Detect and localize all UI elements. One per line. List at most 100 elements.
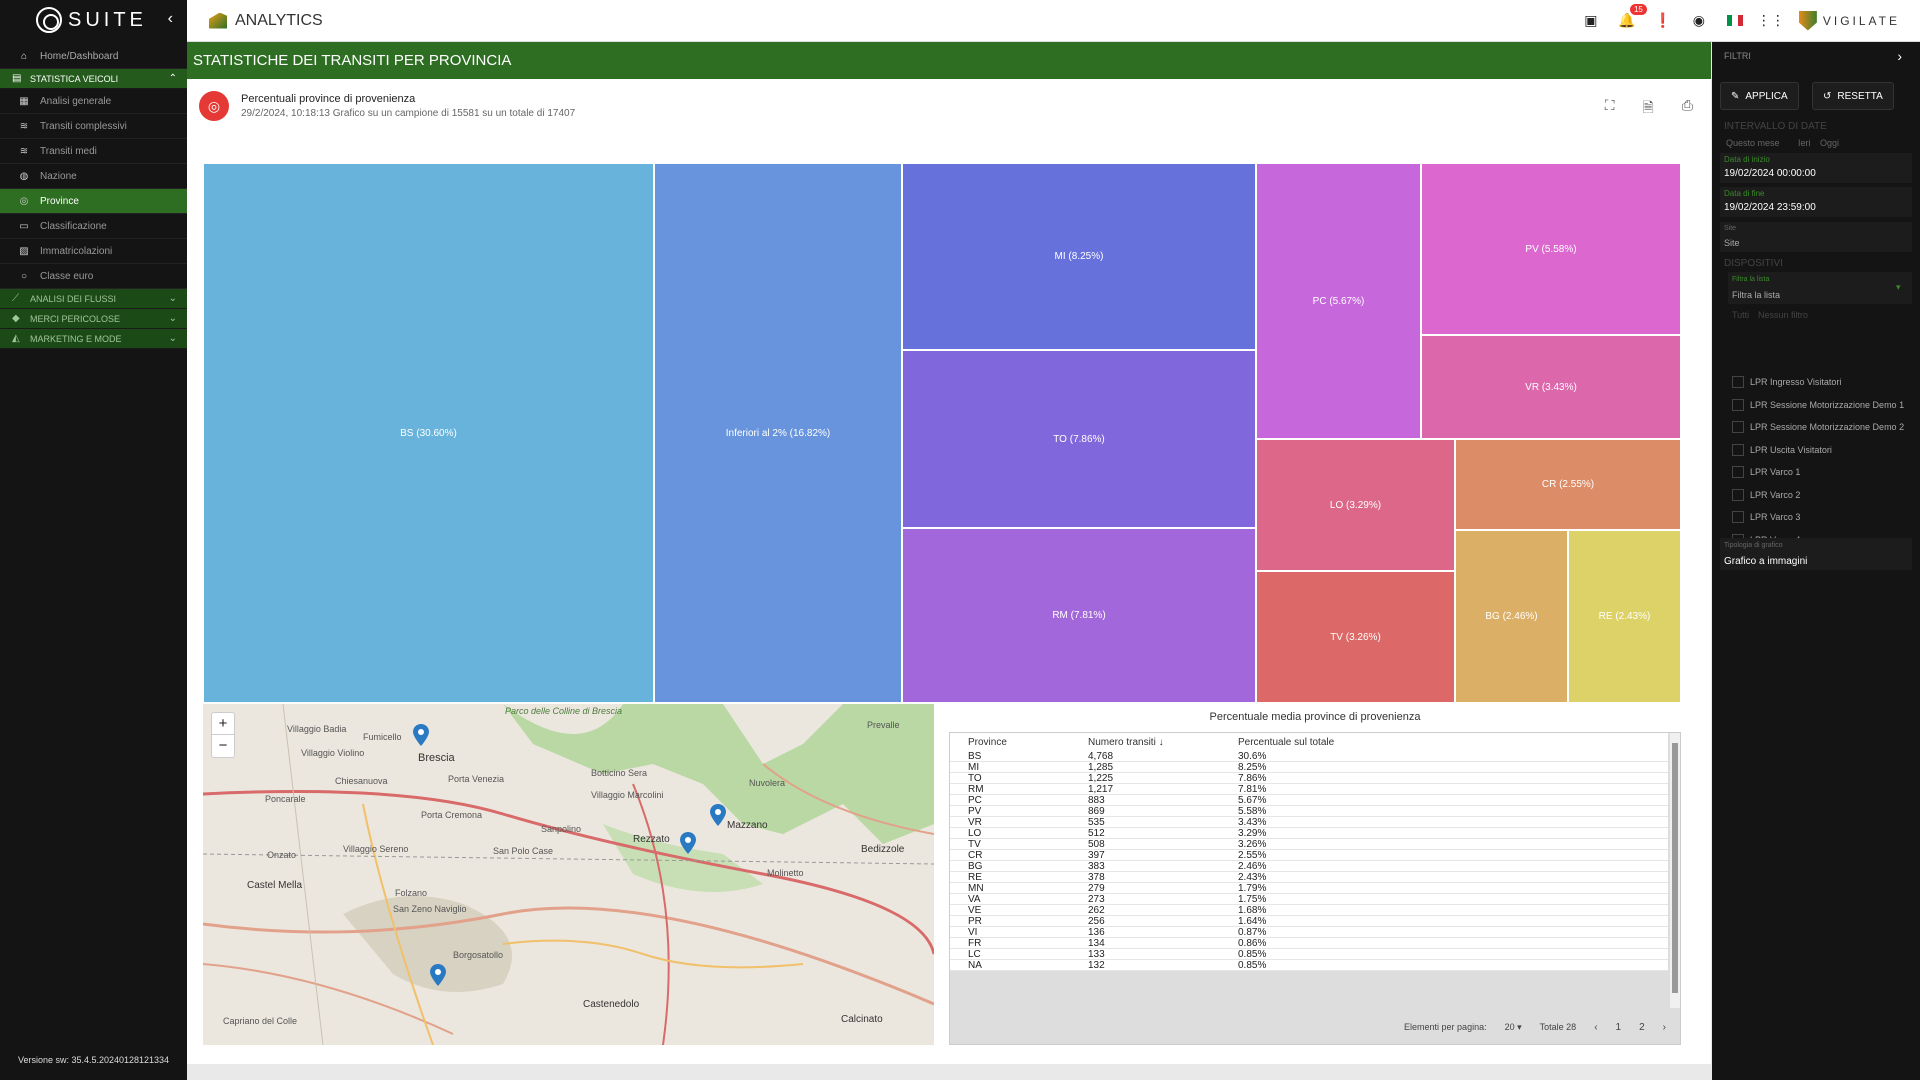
cell-province: TO — [968, 773, 982, 784]
checkbox-box[interactable] — [1732, 376, 1744, 388]
treemap-tile[interactable]: PV (5.58%) — [1421, 163, 1681, 335]
treemap-tile[interactable]: PC (5.67%) — [1256, 163, 1421, 439]
treemap-tile-label: BG (2.46%) — [1485, 611, 1538, 622]
page-2-button[interactable]: 2 — [1639, 1022, 1645, 1033]
device-checkbox[interactable]: LPR Sessione Motorizzazione Demo 2 — [1732, 421, 1904, 433]
cell-percent: 1.64% — [1238, 916, 1267, 927]
treemap-tile[interactable]: RM (7.81%) — [902, 528, 1256, 703]
map-label: Molinetto — [767, 868, 804, 878]
nav-nazione[interactable]: ◍ Nazione — [0, 164, 187, 189]
nav-group-analisi-flussi[interactable]: ⟋ ANALISI DEI FLUSSI ⌄ — [0, 289, 187, 309]
map-zoom-control: + − — [211, 712, 235, 758]
device-checkbox[interactable]: LPR Sessione Motorizzazione Demo 1 — [1732, 398, 1904, 411]
nav-transiti-medi[interactable]: ≋ Transiti medi — [0, 139, 187, 164]
device-checkbox[interactable]: LPR Ingresso Visitatori — [1732, 376, 1841, 388]
reset-button[interactable]: ↺ RESETTA — [1812, 82, 1894, 110]
select-all-link[interactable]: Tutti — [1732, 310, 1749, 320]
date-section-title: INTERVALLO DI DATE — [1724, 121, 1827, 132]
checkbox-box[interactable] — [1732, 398, 1744, 411]
briefcase-icon[interactable]: ▣ — [1583, 12, 1599, 29]
nav-classificazione[interactable]: ▭ Classificazione — [0, 214, 187, 239]
treemap-tile[interactable]: BS (30.60%) — [203, 163, 654, 703]
quick-this-month[interactable]: Questo mese — [1726, 138, 1780, 148]
column-header-percent[interactable]: Percentuale sul totale — [1238, 737, 1438, 748]
notifications-bell-icon[interactable]: 🔔 15 — [1618, 3, 1647, 29]
cell-province: RE — [968, 872, 982, 883]
column-header-province[interactable]: Province — [950, 737, 1088, 748]
chart-line-icon: ⟋ — [12, 293, 19, 304]
nav-province[interactable]: ◎ Province — [0, 189, 187, 214]
site-select[interactable] — [1720, 222, 1912, 252]
treemap-tile[interactable]: TV (3.26%) — [1256, 571, 1455, 703]
checkbox-box[interactable] — [1732, 511, 1744, 523]
treemap-tile[interactable]: VR (3.43%) — [1421, 335, 1681, 439]
device-checkbox[interactable]: LPR Varco 1 — [1732, 466, 1800, 478]
zoom-in-button[interactable]: + — [212, 713, 234, 735]
nav-home[interactable]: ⌂ Home/Dashboard — [0, 44, 187, 69]
nav-classe-euro[interactable]: ○ Classe euro — [0, 264, 187, 289]
treemap-tile[interactable]: LO (3.29%) — [1256, 439, 1455, 571]
select-none-link[interactable]: Nessun filtro — [1758, 310, 1808, 320]
treemap-tile[interactable]: CR (2.55%) — [1455, 439, 1681, 530]
chevron-right-icon[interactable]: › — [1897, 48, 1902, 64]
device-checkbox[interactable]: LPR Varco 2 — [1732, 488, 1800, 501]
nav-group-marketing[interactable]: ◭ MARKETING E MODE ⌄ — [0, 329, 187, 349]
cell-province: VA — [968, 894, 981, 905]
checkbox-box[interactable] — [1732, 466, 1744, 478]
nav-group-statistica-veicoli[interactable]: ▤ STATISTICA VEICOLI ⌃ — [0, 69, 187, 89]
cell-count: 133 — [1088, 949, 1105, 960]
cell-province: BS — [968, 751, 982, 762]
nav-analisi-generale[interactable]: ▦ Analisi generale — [0, 89, 187, 114]
fullscreen-icon[interactable]: ⛶ — [1605, 97, 1615, 121]
treemap-tile[interactable]: BG (2.46%) — [1455, 530, 1568, 703]
treemap-tile[interactable]: RE (2.43%) — [1568, 530, 1681, 703]
caret-down-icon[interactable]: ▾ — [1896, 282, 1901, 293]
cell-count: 262 — [1088, 905, 1105, 916]
alert-icon[interactable]: ❗ — [1654, 12, 1671, 29]
filter-list-value: Filtra la lista — [1732, 290, 1781, 300]
per-page-select[interactable]: 20 ▾ — [1505, 1022, 1522, 1033]
print-icon[interactable]: ⎙ — [1682, 97, 1693, 121]
apply-button[interactable]: ✎ APPLICA — [1720, 82, 1799, 110]
checkbox-box[interactable] — [1732, 488, 1744, 501]
treemap-tile-label: BS (30.60%) — [400, 427, 457, 439]
map-marker-icon[interactable] — [680, 832, 696, 854]
cell-percent: 7.86% — [1238, 773, 1267, 784]
device-checkbox[interactable]: LPR Varco 3 — [1732, 511, 1800, 523]
cell-province: FR — [968, 938, 982, 949]
suite-logo[interactable]: SUITE — [0, 0, 187, 40]
table-scrollbar[interactable] — [1670, 733, 1680, 1008]
cell-count: 512 — [1088, 828, 1105, 839]
map-label: Villaggio Marcolini — [591, 790, 664, 800]
prev-page-icon[interactable]: ‹ — [1594, 1022, 1597, 1033]
checkbox-box[interactable] — [1732, 421, 1744, 433]
quick-today[interactable]: Oggi — [1820, 138, 1839, 148]
collapse-sidebar-icon[interactable]: ‹ — [168, 10, 173, 28]
next-page-icon[interactable]: › — [1663, 1022, 1666, 1033]
account-icon[interactable]: ◉ — [1691, 12, 1707, 29]
map-marker-icon[interactable] — [430, 964, 446, 986]
pdf-export-icon[interactable]: 🗎 — [1643, 97, 1654, 121]
cell-percent: 0.87% — [1238, 927, 1267, 938]
nav-immatricolazioni[interactable]: ▨ Immatricolazioni — [0, 239, 187, 264]
treemap-tile[interactable]: MI (8.25%) — [902, 163, 1256, 350]
scrollbar-thumb[interactable] — [1672, 743, 1678, 993]
zoom-out-button[interactable]: − — [212, 735, 234, 757]
map-marker-icon[interactable] — [710, 804, 726, 826]
device-checkbox[interactable]: LPR Uscita Visitatori — [1732, 443, 1832, 456]
map-marker-icon[interactable] — [413, 724, 429, 746]
page-1-button[interactable]: 1 — [1616, 1022, 1622, 1033]
nav-transiti-complessivi[interactable]: ≋ Transiti complessivi — [0, 114, 187, 139]
quick-yesterday[interactable]: Ieri — [1798, 138, 1811, 148]
nav-group-merci-pericolose[interactable]: ◆ MERCI PERICOLOSE ⌄ — [0, 309, 187, 329]
italian-flag-icon[interactable] — [1726, 15, 1743, 26]
cell-percent: 3.43% — [1238, 817, 1267, 828]
treemap-tile[interactable]: TO (7.86%) — [902, 350, 1256, 528]
cell-count: 378 — [1088, 872, 1105, 883]
treemap-tile[interactable]: Inferiori al 2% (16.82%) — [654, 163, 902, 703]
nav-label: Analisi generale — [40, 95, 112, 107]
map[interactable]: + − Brescia Villaggio Badia Fumicello Vi… — [203, 704, 934, 1045]
apps-grid-icon[interactable]: ⋮⋮ — [1757, 12, 1785, 29]
checkbox-box[interactable] — [1732, 443, 1744, 456]
column-header-count[interactable]: Numero transiti ↓ — [1088, 737, 1238, 748]
